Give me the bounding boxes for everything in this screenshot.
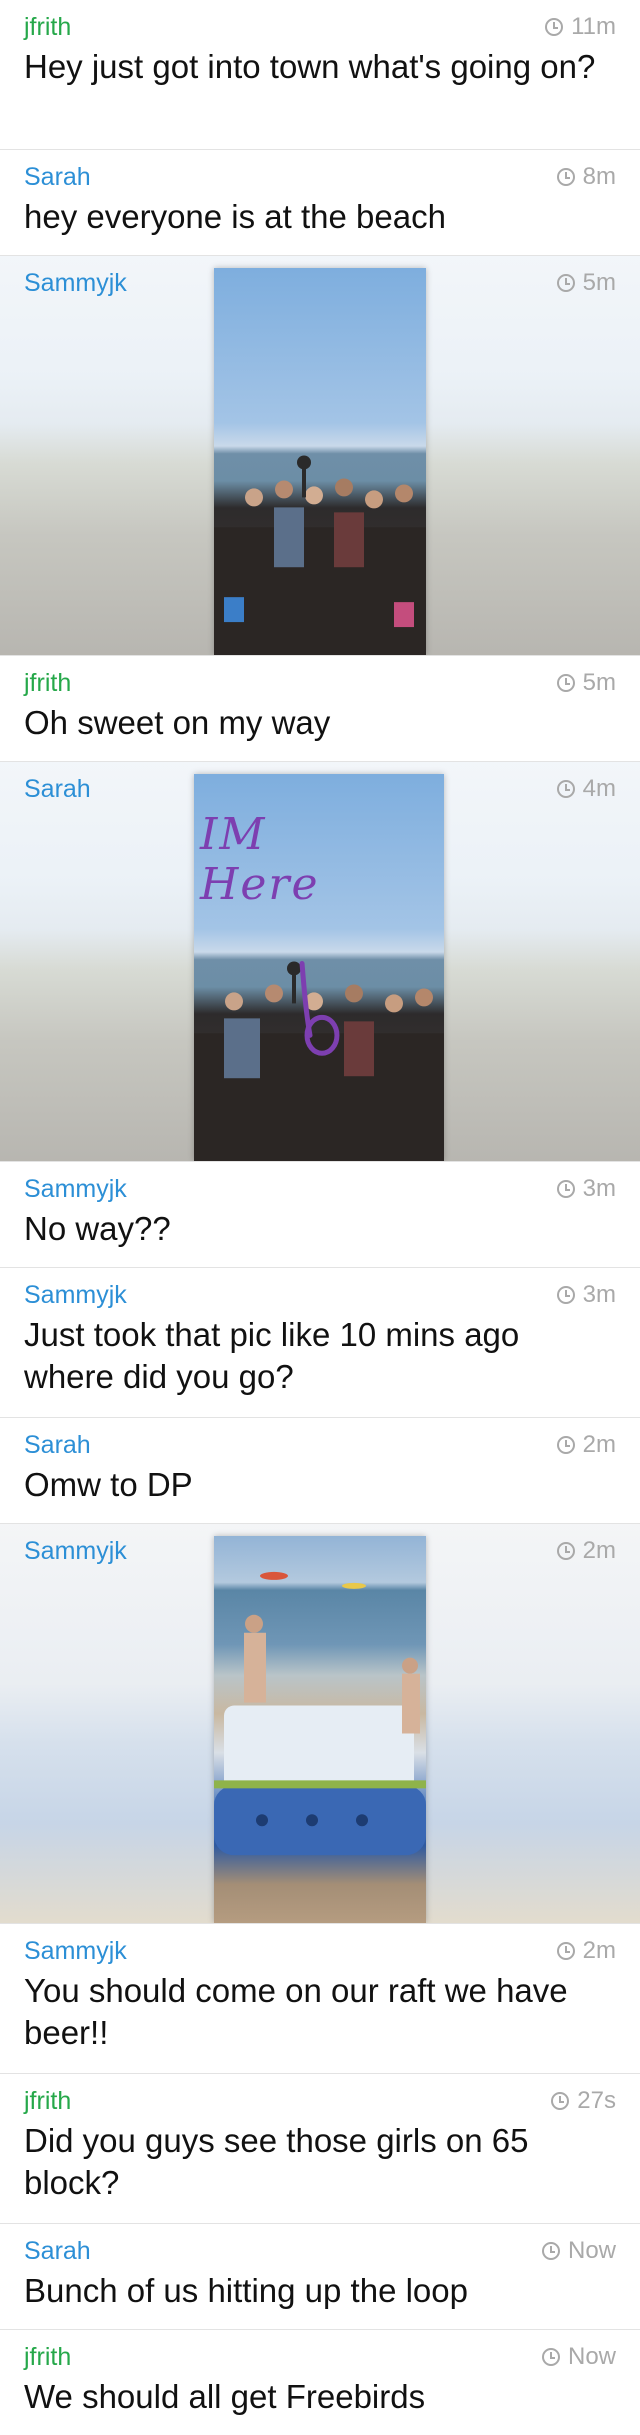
username[interactable]: Sarah — [24, 162, 91, 192]
list-item[interactable]: Sammyjk 3m Just took that pic like 10 mi… — [0, 1268, 640, 1418]
raft-illustration — [214, 1571, 426, 1856]
username[interactable]: jfrith — [24, 12, 71, 42]
message-text: hey everyone is at the beach — [24, 198, 446, 235]
timestamp: 11m — [545, 12, 616, 42]
clock-icon — [556, 168, 575, 186]
timestamp: 2m — [556, 1430, 616, 1460]
list-item[interactable]: Sarah Now Bunch of us hitting up the loo… — [0, 2224, 640, 2330]
photo-post[interactable]: Sammyjk 2m — [0, 1524, 640, 1924]
clock-icon — [541, 2348, 560, 2366]
message-text: Did you guys see those girls on 65 block… — [24, 2122, 529, 2201]
list-item[interactable]: jfrith 5m Oh sweet on my way — [0, 656, 640, 762]
message-text: Bunch of us hitting up the loop — [24, 2272, 468, 2309]
username[interactable]: jfrith — [24, 2086, 71, 2116]
username[interactable]: jfrith — [24, 2342, 71, 2372]
photo-thumbnail[interactable]: IM Here — [194, 774, 444, 1161]
username[interactable]: jfrith — [24, 668, 71, 698]
message-text: Oh sweet on my way — [24, 704, 331, 741]
list-item[interactable]: Sarah 8m hey everyone is at the beach — [0, 150, 640, 256]
username[interactable]: Sammyjk — [24, 1936, 127, 1966]
clock-icon — [556, 1436, 575, 1454]
list-item[interactable]: Sarah 2m Omw to DP — [0, 1418, 640, 1524]
clock-icon — [556, 274, 575, 292]
clock-icon — [545, 18, 564, 36]
clock-icon — [551, 2092, 570, 2110]
handwriting-text: IM Here — [200, 809, 320, 910]
list-item[interactable]: jfrith Now We should all get Freebirds — [0, 2330, 640, 2435]
clock-icon — [556, 1180, 575, 1198]
photo-thumbnail[interactable] — [214, 1536, 426, 1923]
message-text: Just took that pic like 10 mins ago wher… — [24, 1316, 520, 1395]
clock-icon — [556, 1942, 575, 1960]
timestamp: 2m — [556, 1936, 616, 1966]
list-item[interactable]: jfrith 27s Did you guys see those girls … — [0, 2074, 640, 2224]
clock-icon — [556, 1542, 575, 1560]
timestamp: 3m — [556, 1174, 616, 1204]
username[interactable]: Sarah — [24, 2236, 91, 2266]
timestamp: 5m — [556, 268, 616, 298]
message-text: We should all get Freebirds — [24, 2378, 426, 2415]
message-text: You should come on our raft we have beer… — [24, 1972, 568, 2051]
username[interactable]: Sarah — [24, 774, 91, 804]
timestamp: Now — [541, 2236, 616, 2266]
clock-icon — [541, 2242, 560, 2260]
message-text: Hey just got into town what's going on? — [24, 48, 596, 85]
timestamp: 4m — [556, 774, 616, 804]
photo-post[interactable]: IM Here Sarah 4m — [0, 762, 640, 1162]
message-feed[interactable]: jfrith 11m Hey just got into town what's… — [0, 0, 640, 2435]
clock-icon — [556, 1286, 575, 1304]
timestamp: 5m — [556, 668, 616, 698]
list-item[interactable]: Sammyjk 3m No way?? — [0, 1162, 640, 1268]
crowd-illustration — [214, 455, 426, 655]
photo-thumbnail[interactable] — [214, 268, 426, 655]
timestamp: Now — [541, 2342, 616, 2372]
list-item[interactable]: jfrith 11m Hey just got into town what's… — [0, 0, 640, 150]
username[interactable]: Sarah — [24, 1430, 91, 1460]
message-text: No way?? — [24, 1210, 171, 1247]
timestamp: 2m — [556, 1536, 616, 1566]
timestamp: 3m — [556, 1280, 616, 1310]
message-text: Omw to DP — [24, 1466, 193, 1503]
timestamp: 27s — [551, 2086, 616, 2116]
timestamp: 8m — [556, 162, 616, 192]
clock-icon — [556, 780, 575, 798]
username[interactable]: Sammyjk — [24, 1280, 127, 1310]
username[interactable]: Sammyjk — [24, 268, 127, 298]
photo-post[interactable]: Sammyjk 5m — [0, 256, 640, 656]
clock-icon — [556, 674, 575, 692]
list-item[interactable]: Sammyjk 2m You should come on our raft w… — [0, 1924, 640, 2074]
username[interactable]: Sammyjk — [24, 1536, 127, 1566]
username[interactable]: Sammyjk — [24, 1174, 127, 1204]
